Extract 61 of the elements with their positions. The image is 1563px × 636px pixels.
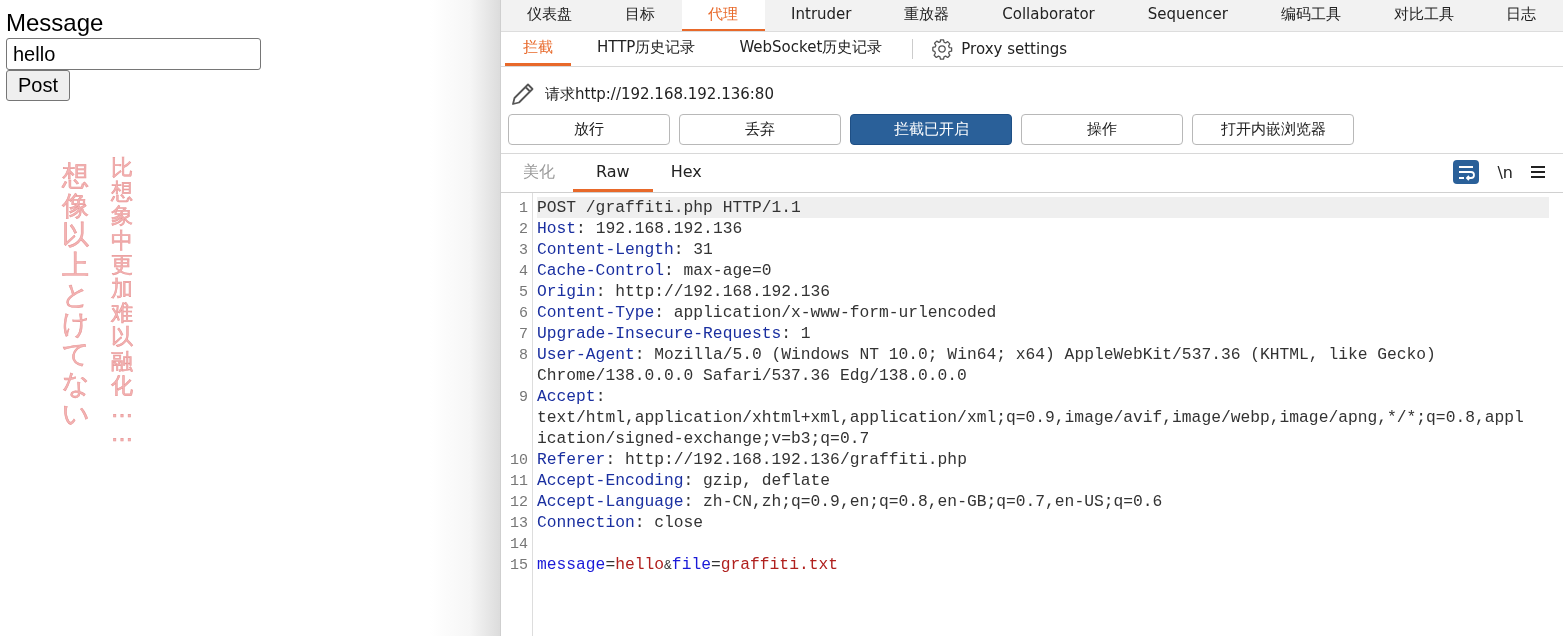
message-input[interactable]: hello (6, 38, 261, 70)
code-line: ication/signed-exchange;v=b3;q=0.7 (537, 429, 870, 448)
code-line: text/html,application/xhtml+xml,application/xml;q=0.9,image/avif,image/webp,image/apng,*/*;q=0.8,appl (537, 408, 1524, 427)
code-line: Chrome/138.0.0.0 Safari/537.36 Edg/138.0.0.0 (537, 366, 967, 385)
code-line: Accept-Language: zh-CN,zh;q=0.9,en;q=0.8,en-GB;q=0.7,en-US;q=0.6 (537, 492, 1163, 511)
main-tab[interactable]: 日志 (1480, 0, 1563, 31)
code-line: Content-Length: 31 (537, 240, 713, 259)
post-button[interactable]: Post (6, 70, 71, 101)
main-tab[interactable]: 编码工具 (1254, 0, 1368, 31)
sub-tab[interactable]: WebSocket历史记录 (721, 32, 901, 66)
code-line: Cache-Control: max-age=0 (537, 261, 772, 280)
line-number: 3 (519, 242, 528, 259)
code-line: Connection: close (537, 513, 704, 532)
line-number: 15 (510, 557, 528, 574)
code-line: User-Agent: Mozilla/5.0 (Windows NT 10.0; Win64; x64) AppleWebKit/537.36 (KHTML, like Gecko) (537, 345, 1436, 364)
line-number: 4 (519, 263, 528, 280)
main-tab[interactable]: 目标 (598, 0, 682, 31)
line-number: 6 (519, 305, 528, 322)
line-number: 13 (510, 515, 528, 532)
line-number: 11 (510, 473, 528, 490)
action-button[interactable]: 丢弃 (679, 114, 841, 145)
line-number: 7 (519, 326, 528, 343)
code-line: Origin: http://192.168.192.136 (537, 282, 831, 301)
line-number: 8 (519, 347, 528, 364)
menu-icon[interactable] (1531, 166, 1545, 178)
main-tab[interactable]: Sequencer (1121, 0, 1255, 31)
main-tab[interactable]: 重放器 (877, 0, 976, 31)
line-number: 1 (519, 200, 528, 217)
code-line: POST /graffiti.php HTTP/1.1 (537, 198, 801, 217)
line-number: 10 (510, 452, 528, 469)
code-line: Host: 192.168.192.136 (537, 219, 743, 238)
main-tab[interactable]: Collaborator (975, 0, 1122, 31)
proxy-settings-button[interactable]: Proxy settings (931, 38, 1067, 60)
word-wrap-icon[interactable] (1453, 160, 1480, 184)
view-tab[interactable]: Hex (652, 155, 720, 192)
sub-tab[interactable]: HTTP历史记录 (579, 32, 714, 66)
line-number: 5 (519, 284, 528, 301)
action-button[interactable]: 拦截已开启 (850, 114, 1012, 145)
lyric-text: 想像以上とけてない (62, 161, 89, 429)
code-line: Content-Type: application/x-www-form-urlencoded (537, 303, 997, 322)
line-number: 14 (510, 536, 528, 553)
code-line: Accept-Encoding: gzip, deflate (537, 471, 831, 490)
view-tab[interactable]: Raw (573, 155, 653, 192)
action-button[interactable]: 操作 (1021, 114, 1183, 145)
line-number: 2 (519, 221, 528, 238)
main-tab[interactable]: 对比工具 (1367, 0, 1481, 31)
lyric-text: 比想象中更加难以融化…… (111, 156, 133, 447)
code-line: message=hello&file=graffiti.txt (537, 555, 838, 574)
line-number: 9 (519, 389, 528, 406)
newline-toggle[interactable]: \n (1497, 162, 1513, 182)
settings-icon (931, 38, 954, 60)
request-title: 请求http://192.168.192.136:80 (545, 84, 774, 104)
code-line: Upgrade-Insecure-Requests: 1 (537, 324, 811, 343)
message-label: Message (6, 8, 105, 38)
main-tab[interactable]: Intruder (764, 0, 878, 31)
code-line: Referer: http://192.168.192.136/graffiti.php (537, 450, 967, 469)
code-line: Accept: (537, 387, 606, 406)
main-tab[interactable]: 仪表盘 (501, 0, 599, 31)
line-number: 12 (510, 494, 528, 511)
action-button[interactable]: 放行 (508, 114, 670, 145)
action-button[interactable]: 打开内嵌浏览器 (1192, 114, 1354, 145)
